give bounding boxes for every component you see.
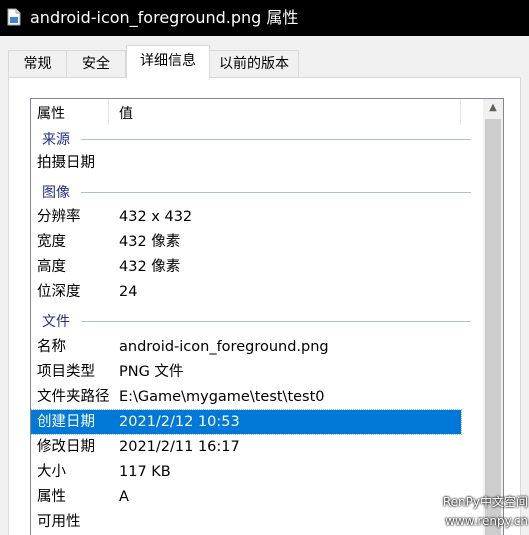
column-divider[interactable] <box>460 99 461 125</box>
row-size[interactable]: 大小 117 KB <box>31 460 461 484</box>
title-bar: android-icon_foreground.png 属性 <box>0 0 529 36</box>
watermark: RenPy中文空间 www.renpy.cn <box>432 493 528 531</box>
property-name: 可用性 <box>37 514 81 530</box>
chevron-up-icon[interactable]: ▲ <box>483 99 503 117</box>
watermark-line: RenPy中文空间 <box>442 495 528 509</box>
property-value: E:\Game\mygame\test\test0 <box>119 389 325 405</box>
vertical-scrollbar[interactable]: ▲ <box>483 99 503 535</box>
property-value: 432 x 432 <box>119 209 193 225</box>
group-source: 来源 <box>31 127 481 149</box>
group-image: 图像 <box>31 180 481 202</box>
row-width[interactable]: 宽度 432 像素 <box>31 230 461 254</box>
property-name: 高度 <box>37 259 66 275</box>
row-date-modified[interactable]: 修改日期 2021/2/11 16:17 <box>31 435 461 459</box>
row-name[interactable]: 名称 android-icon_foreground.png <box>31 335 461 359</box>
group-label: 图像 <box>42 182 76 202</box>
property-name: 宽度 <box>37 234 66 250</box>
property-name: 分辨率 <box>37 209 81 225</box>
column-divider[interactable] <box>108 99 109 125</box>
property-name: 位深度 <box>37 284 81 300</box>
property-value: PNG 文件 <box>119 364 184 380</box>
group-label: 文件 <box>42 311 76 331</box>
property-name: 大小 <box>37 464 66 480</box>
group-label: 来源 <box>42 129 76 149</box>
list-header: 属性 值 <box>31 99 481 125</box>
watermark-line: www.renpy.cn <box>445 514 528 528</box>
property-name: 属性 <box>37 489 66 505</box>
property-name: 拍摄日期 <box>37 155 95 171</box>
group-file: 文件 <box>31 309 481 331</box>
property-name: 修改日期 <box>37 439 95 455</box>
file-icon <box>7 8 21 26</box>
property-value: android-icon_foreground.png <box>119 339 329 355</box>
row-resolution[interactable]: 分辨率 432 x 432 <box>31 205 461 229</box>
column-header-property[interactable]: 属性 <box>37 103 65 123</box>
property-value: 24 <box>119 284 138 300</box>
row-availability[interactable]: 可用性 <box>31 510 461 534</box>
property-name: 创建日期 <box>37 414 95 430</box>
property-name: 项目类型 <box>37 364 95 380</box>
row-attributes[interactable]: 属性 A <box>31 485 461 509</box>
property-value: 2021/2/12 10:53 <box>119 414 240 430</box>
property-value: 117 KB <box>119 464 171 480</box>
property-value: A <box>119 489 129 505</box>
column-header-value[interactable]: 值 <box>119 103 133 123</box>
property-value: 2021/2/11 16:17 <box>119 439 240 455</box>
group-divider <box>81 321 471 322</box>
property-name: 文件夹路径 <box>37 389 110 405</box>
group-divider <box>81 192 471 193</box>
group-divider <box>81 139 471 140</box>
row-item-type[interactable]: 项目类型 PNG 文件 <box>31 360 461 384</box>
row-height[interactable]: 高度 432 像素 <box>31 255 461 279</box>
tab-security[interactable]: 安全 <box>66 50 126 77</box>
row-date-created[interactable]: 创建日期 2021/2/12 10:53 <box>31 409 462 435</box>
tab-details[interactable]: 详细信息 <box>126 45 210 79</box>
row-folder-path[interactable]: 文件夹路径 E:\Game\mygame\test\test0 <box>31 385 461 409</box>
scrollbar-thumb[interactable] <box>485 119 501 535</box>
tab-previous-versions[interactable]: 以前的版本 <box>209 50 299 77</box>
property-name: 名称 <box>37 339 66 355</box>
row-date-taken[interactable]: 拍摄日期 <box>31 151 461 175</box>
row-bit-depth[interactable]: 位深度 24 <box>31 280 461 304</box>
window-title: android-icon_foreground.png 属性 <box>30 8 299 27</box>
property-value: 432 像素 <box>119 234 181 250</box>
tab-strip: 常规 安全 详细信息 以前的版本 <box>0 36 529 79</box>
tab-general[interactable]: 常规 <box>8 50 67 77</box>
properties-list[interactable]: 属性 值 来源 拍摄日期 图像 分辨率 432 x 432 宽度 432 像素 … <box>30 98 504 535</box>
property-value: 432 像素 <box>119 259 181 275</box>
